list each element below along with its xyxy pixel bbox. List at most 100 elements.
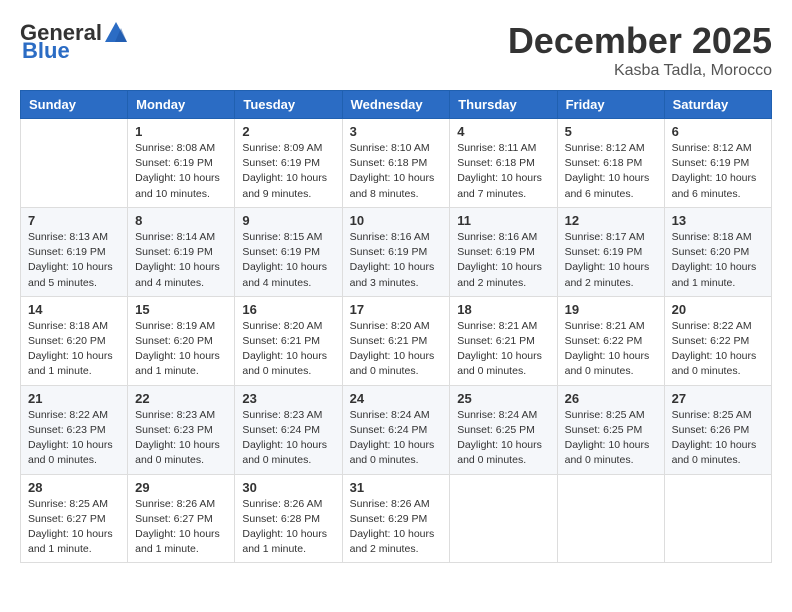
day-info: Sunrise: 8:18 AM Sunset: 6:20 PM Dayligh…: [672, 230, 764, 291]
calendar-cell: 11Sunrise: 8:16 AM Sunset: 6:19 PM Dayli…: [450, 207, 557, 296]
day-number: 28: [28, 480, 120, 495]
calendar-cell: 1Sunrise: 8:08 AM Sunset: 6:19 PM Daylig…: [128, 119, 235, 208]
calendar-cell: 5 Sunrise: 8:12 AM Sunset: 6:18 PM Daylig…: [557, 119, 664, 208]
calendar-week-row: 21 Sunrise: 8:22 AM Sunset: 6:23 PM Dayli…: [21, 385, 772, 474]
calendar-cell: 30Sunrise: 8:26 AM Sunset: 6:28 PM Dayli…: [235, 474, 342, 563]
day-info: Sunrise: 8:21 AM Sunset: 6:21 PM Dayligh…: [457, 319, 549, 380]
calendar-cell: 6 Sunrise: 8:12 AM Sunset: 6:19 PM Daylig…: [664, 119, 771, 208]
day-info: Sunrise: 8:25 AM Sunset: 6:25 PM Dayligh…: [565, 408, 657, 469]
day-info: Sunrise: 8:13 AM Sunset: 6:19 PM Dayligh…: [28, 230, 120, 291]
calendar-cell: 7 Sunrise: 8:13 AM Sunset: 6:19 PM Daylig…: [21, 207, 128, 296]
location-title: Kasba Tadla, Morocco: [508, 62, 772, 80]
day-info: Sunrise: 8:24 AM Sunset: 6:25 PM Dayligh…: [457, 408, 549, 469]
day-number: 6: [672, 124, 764, 139]
day-info: Sunrise: 8:10 AM Sunset: 6:18 PM Dayligh…: [350, 141, 443, 202]
calendar-cell: 4 Sunrise: 8:11 AM Sunset: 6:18 PM Daylig…: [450, 119, 557, 208]
day-number: 18: [457, 302, 549, 317]
calendar-cell: 19Sunrise: 8:21 AM Sunset: 6:22 PM Dayli…: [557, 296, 664, 385]
day-info: Sunrise: 8:19 AM Sunset: 6:20 PM Dayligh…: [135, 319, 227, 380]
calendar-cell: 28 Sunrise: 8:25 AM Sunset: 6:27 PM Dayli…: [21, 474, 128, 563]
day-number: 22: [135, 391, 227, 406]
day-info: Sunrise: 8:23 AM Sunset: 6:23 PM Dayligh…: [135, 408, 227, 469]
day-number: 1: [135, 124, 227, 139]
calendar-cell: 24Sunrise: 8:24 AM Sunset: 6:24 PM Dayli…: [342, 385, 450, 474]
col-header-friday: Friday: [557, 91, 664, 119]
day-number: 2: [242, 124, 334, 139]
title-block: December 2025 Kasba Tadla, Morocco: [508, 20, 772, 80]
day-number: 16: [242, 302, 334, 317]
calendar-cell: 8 Sunrise: 8:14 AM Sunset: 6:19 PM Daylig…: [128, 207, 235, 296]
col-header-tuesday: Tuesday: [235, 91, 342, 119]
calendar-table: SundayMondayTuesdayWednesdayThursdayFrid…: [20, 90, 772, 563]
day-number: 7: [28, 213, 120, 228]
day-number: 8: [135, 213, 227, 228]
col-header-wednesday: Wednesday: [342, 91, 450, 119]
day-info: Sunrise: 8:12 AM Sunset: 6:19 PM Dayligh…: [672, 141, 764, 202]
page-header: General Blue December 2025 Kasba Tadla, …: [20, 20, 772, 80]
calendar-cell: 29 Sunrise: 8:26 AM Sunset: 6:27 PM Dayli…: [128, 474, 235, 563]
day-number: 10: [350, 213, 443, 228]
calendar-cell: 27Sunrise: 8:25 AM Sunset: 6:26 PM Dayli…: [664, 385, 771, 474]
calendar-cell: 16 Sunrise: 8:20 AM Sunset: 6:21 PM Dayli…: [235, 296, 342, 385]
calendar-cell: 21 Sunrise: 8:22 AM Sunset: 6:23 PM Dayli…: [21, 385, 128, 474]
calendar-cell: 13 Sunrise: 8:18 AM Sunset: 6:20 PM Dayli…: [664, 207, 771, 296]
day-number: 17: [350, 302, 443, 317]
calendar-cell: 20 Sunrise: 8:22 AM Sunset: 6:22 PM Dayli…: [664, 296, 771, 385]
calendar-cell: 22 Sunrise: 8:23 AM Sunset: 6:23 PM Dayli…: [128, 385, 235, 474]
calendar-cell: 31 Sunrise: 8:26 AM Sunset: 6:29 PM Dayli…: [342, 474, 450, 563]
day-number: 9: [242, 213, 334, 228]
day-number: 19: [565, 302, 657, 317]
day-info: Sunrise: 8:25 AM Sunset: 6:27 PM Dayligh…: [28, 497, 120, 558]
day-info: Sunrise: 8:20 AM Sunset: 6:21 PM Dayligh…: [350, 319, 443, 380]
logo: General Blue: [20, 20, 130, 64]
calendar-week-row: 1Sunrise: 8:08 AM Sunset: 6:19 PM Daylig…: [21, 119, 772, 208]
day-number: 14: [28, 302, 120, 317]
day-info: Sunrise: 8:09 AM Sunset: 6:19 PM Dayligh…: [242, 141, 334, 202]
calendar-cell: 14 Sunrise: 8:18 AM Sunset: 6:20 PM Dayli…: [21, 296, 128, 385]
day-info: Sunrise: 8:18 AM Sunset: 6:20 PM Dayligh…: [28, 319, 120, 380]
day-number: 23: [242, 391, 334, 406]
day-info: Sunrise: 8:22 AM Sunset: 6:23 PM Dayligh…: [28, 408, 120, 469]
day-info: Sunrise: 8:12 AM Sunset: 6:18 PM Dayligh…: [565, 141, 657, 202]
day-info: Sunrise: 8:26 AM Sunset: 6:27 PM Dayligh…: [135, 497, 227, 558]
col-header-sunday: Sunday: [21, 91, 128, 119]
day-info: Sunrise: 8:14 AM Sunset: 6:19 PM Dayligh…: [135, 230, 227, 291]
calendar-cell: [664, 474, 771, 563]
calendar-cell: 15 Sunrise: 8:19 AM Sunset: 6:20 PM Dayli…: [128, 296, 235, 385]
calendar-cell: 3Sunrise: 8:10 AM Sunset: 6:18 PM Daylig…: [342, 119, 450, 208]
day-info: Sunrise: 8:16 AM Sunset: 6:19 PM Dayligh…: [457, 230, 549, 291]
day-number: 30: [242, 480, 334, 495]
day-number: 31: [350, 480, 443, 495]
day-number: 4: [457, 124, 549, 139]
day-info: Sunrise: 8:20 AM Sunset: 6:21 PM Dayligh…: [242, 319, 334, 380]
calendar-week-row: 14 Sunrise: 8:18 AM Sunset: 6:20 PM Dayli…: [21, 296, 772, 385]
col-header-saturday: Saturday: [664, 91, 771, 119]
day-number: 29: [135, 480, 227, 495]
col-header-thursday: Thursday: [450, 91, 557, 119]
day-info: Sunrise: 8:11 AM Sunset: 6:18 PM Dayligh…: [457, 141, 549, 202]
day-number: 26: [565, 391, 657, 406]
calendar-cell: 23 Sunrise: 8:23 AM Sunset: 6:24 PM Dayli…: [235, 385, 342, 474]
day-number: 13: [672, 213, 764, 228]
day-number: 27: [672, 391, 764, 406]
day-number: 5: [565, 124, 657, 139]
day-number: 20: [672, 302, 764, 317]
calendar-week-row: 7 Sunrise: 8:13 AM Sunset: 6:19 PM Daylig…: [21, 207, 772, 296]
day-info: Sunrise: 8:17 AM Sunset: 6:19 PM Dayligh…: [565, 230, 657, 291]
calendar-cell: 10Sunrise: 8:16 AM Sunset: 6:19 PM Dayli…: [342, 207, 450, 296]
calendar-cell: 9Sunrise: 8:15 AM Sunset: 6:19 PM Daylig…: [235, 207, 342, 296]
day-info: Sunrise: 8:23 AM Sunset: 6:24 PM Dayligh…: [242, 408, 334, 469]
calendar-cell: [21, 119, 128, 208]
day-number: 21: [28, 391, 120, 406]
day-info: Sunrise: 8:24 AM Sunset: 6:24 PM Dayligh…: [350, 408, 443, 469]
calendar-cell: 12 Sunrise: 8:17 AM Sunset: 6:19 PM Dayli…: [557, 207, 664, 296]
day-info: Sunrise: 8:22 AM Sunset: 6:22 PM Dayligh…: [672, 319, 764, 380]
day-number: 12: [565, 213, 657, 228]
logo-blue: Blue: [22, 38, 70, 64]
calendar-cell: [450, 474, 557, 563]
calendar-cell: 2 Sunrise: 8:09 AM Sunset: 6:19 PM Daylig…: [235, 119, 342, 208]
day-info: Sunrise: 8:26 AM Sunset: 6:29 PM Dayligh…: [350, 497, 443, 558]
day-number: 15: [135, 302, 227, 317]
calendar-header-row: SundayMondayTuesdayWednesdayThursdayFrid…: [21, 91, 772, 119]
logo-icon: [103, 20, 129, 46]
